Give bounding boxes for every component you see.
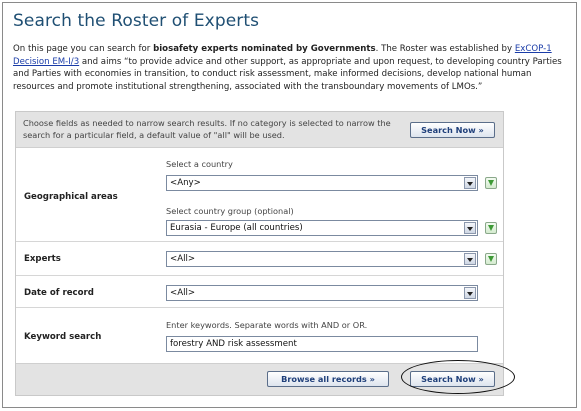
row-geographical-areas: Geographical areas Select a country <Any… [16,148,503,242]
date-label: Date of record [24,288,94,298]
green-arrow-down-icon[interactable] [485,222,497,234]
chevron-down-icon[interactable] [464,222,476,234]
search-form: Choose fields as needed to narrow search… [15,111,504,396]
green-arrow-down-icon[interactable] [485,253,497,265]
intro-text-3: and aims “to provide advice and other su… [13,56,562,92]
country-group-select-value: Eurasia - Europe (all countries) [170,223,303,233]
row-date-of-record: Date of record <All> [16,276,503,308]
form-footer-band: Browse all records » Search Now » [16,363,503,395]
intro-text-2: . The Roster was established by [375,44,515,54]
keyword-label: Keyword search [24,332,102,342]
country-group-select[interactable]: Eurasia - Europe (all countries) [166,220,478,236]
country-select[interactable]: <Any> [166,175,478,191]
chevron-down-icon[interactable] [464,177,476,189]
search-now-button-top[interactable]: Search Now » [410,122,495,138]
keyword-hint: Enter keywords. Separate words with AND … [166,320,368,330]
date-select[interactable]: <All> [166,285,478,301]
intro-bold: biosafety experts nominated by Governmen… [153,44,376,54]
page-frame: Search the Roster of Experts On this pag… [2,2,577,408]
keyword-input[interactable] [166,336,478,352]
geo-label: Geographical areas [24,192,118,202]
country-label: Select a country [166,159,233,169]
green-arrow-down-icon[interactable] [485,177,497,189]
row-keyword-search: Keyword search Enter keywords. Separate … [16,308,503,364]
form-header-band: Choose fields as needed to narrow search… [16,112,503,148]
row-experts: Experts <All> [16,242,503,276]
experts-label: Experts [24,254,61,264]
date-select-value: <All> [170,288,196,298]
experts-select[interactable]: <All> [166,251,478,267]
intro-paragraph: On this page you can search for biosafet… [13,43,571,93]
experts-select-value: <All> [170,254,196,264]
search-now-button-bottom[interactable]: Search Now » [410,371,495,387]
intro-text-1: On this page you can search for [13,44,154,54]
browse-all-records-button[interactable]: Browse all records » [267,371,389,387]
country-group-label: Select country group (optional) [166,206,294,216]
chevron-down-icon[interactable] [464,253,476,265]
country-select-value: <Any> [170,178,201,188]
page-title: Search the Roster of Experts [13,11,260,31]
form-hint: Choose fields as needed to narrow search… [23,118,391,140]
chevron-down-icon[interactable] [464,287,476,299]
